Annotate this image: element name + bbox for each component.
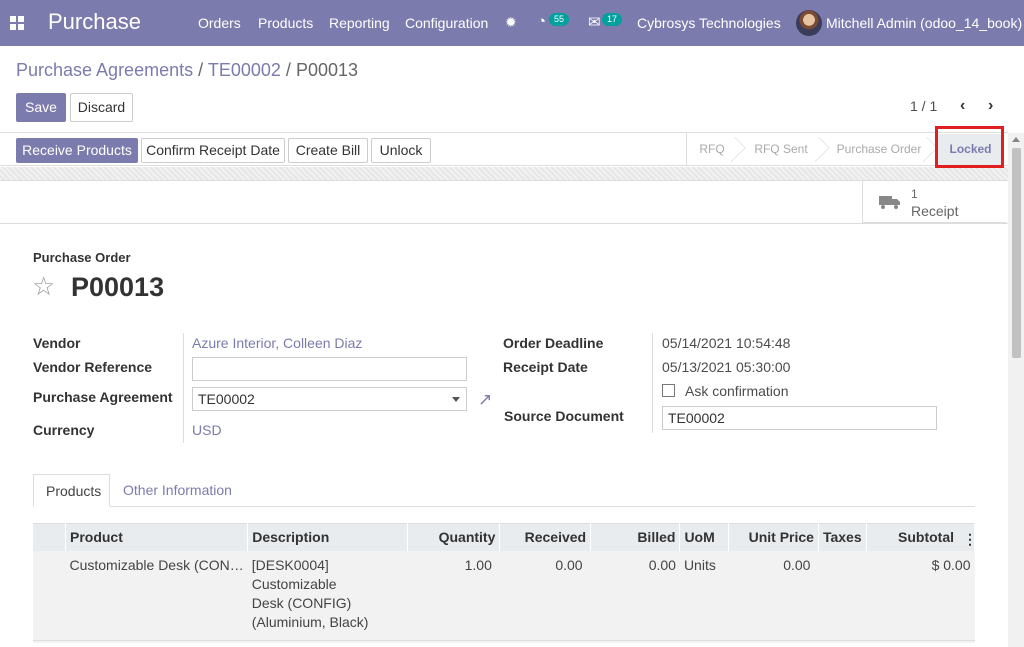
button-box-separator — [0, 223, 1008, 224]
column-unit-price[interactable]: Unit Price — [728, 523, 819, 551]
tab-other-information[interactable]: Other Information — [111, 474, 244, 507]
breadcrumb-current: P00013 — [295, 60, 358, 80]
purchase-agreement-select[interactable]: TE00002 — [192, 387, 467, 411]
cell-product: Customizable Desk (CON… — [65, 550, 248, 643]
vendor-label: Vendor — [33, 335, 81, 351]
column-billed[interactable]: Billed — [590, 523, 681, 551]
pager-value: 1 / 1 — [910, 98, 938, 114]
source-document-input[interactable]: TE00002 — [662, 406, 937, 430]
breadcrumb-purchase-agreements[interactable]: Purchase Agreements — [16, 60, 193, 80]
order-name: P00013 — [71, 272, 165, 302]
column-taxes[interactable]: Taxes — [818, 523, 867, 551]
cell-quantity: 1.00 — [407, 550, 500, 643]
ask-confirmation-checkbox[interactable] — [662, 384, 675, 397]
column-product[interactable]: Product — [65, 523, 249, 551]
optional-columns-icon[interactable]: ⋮ — [963, 531, 977, 548]
currency-label: Currency — [33, 422, 95, 438]
pager-next-button[interactable]: › — [988, 97, 993, 115]
column-received[interactable]: Received — [499, 523, 592, 551]
unlock-button[interactable]: Unlock — [371, 138, 431, 163]
debug-bug-icon[interactable]: ✹ — [505, 14, 517, 31]
cell-subtotal: $ 0.00 — [866, 550, 975, 643]
cell-billed: 0.00 — [590, 550, 680, 643]
menu-orders[interactable]: Orders — [198, 15, 241, 31]
cell-unit-price: 0.00 — [728, 550, 819, 643]
description-line: (Aluminium, Black) — [251, 613, 369, 630]
receive-products-button[interactable]: Receive Products — [16, 138, 138, 163]
form-statusbar: Receive Products Confirm Receipt Date Cr… — [0, 132, 1008, 166]
app-title[interactable]: Purchase — [48, 9, 141, 35]
pager-previous-button[interactable]: ‹ — [960, 97, 965, 115]
receipt-date-value: 05/13/2021 05:30:00 — [662, 359, 791, 375]
source-document-label: Source Document — [504, 408, 624, 424]
scroll-up-icon[interactable] — [1012, 137, 1020, 142]
description-line: [DESK0004] Customizable — [251, 556, 337, 592]
ask-confirmation-label: Ask confirmation — [685, 383, 789, 399]
truck-icon — [879, 196, 900, 209]
column-subtotal[interactable]: Subtotal — [866, 523, 976, 551]
purchase-agreement-value: TE00002 — [198, 391, 255, 407]
locked-highlight-box — [935, 126, 1004, 168]
field-divider — [183, 333, 184, 443]
sheet-background — [0, 167, 1008, 180]
menu-products[interactable]: Products — [258, 15, 313, 31]
breadcrumb-agreement[interactable]: TE00002 — [208, 60, 281, 80]
top-navbar: Purchase Orders Products Reporting Confi… — [0, 0, 1024, 46]
handle-column-header — [33, 523, 66, 551]
breadcrumb: Purchase Agreements / TE00002 / P00013 — [16, 60, 358, 81]
messages-chat-icon[interactable]: ✉ — [588, 13, 601, 31]
field-divider — [652, 333, 653, 433]
vendor-reference-label: Vendor Reference — [33, 359, 153, 375]
user-menu[interactable]: Mitchell Admin (odoo_14_book) — [826, 15, 1022, 31]
table-row[interactable]: Customizable Desk (CON… [DESK0004] Custo… — [33, 550, 975, 643]
receipt-smart-button[interactable]: 1 Receipt — [862, 180, 1006, 223]
user-avatar[interactable] — [796, 10, 822, 36]
activity-count-badge: 55 — [549, 13, 570, 26]
receipt-count: 1 — [911, 187, 918, 201]
discard-button[interactable]: Discard — [70, 93, 133, 122]
menu-configuration[interactable]: Configuration — [405, 15, 488, 31]
column-uom[interactable]: UoM — [679, 523, 729, 551]
apps-menu-icon[interactable] — [10, 16, 24, 30]
confirm-receipt-date-button[interactable]: Confirm Receipt Date — [141, 138, 285, 163]
order-lines-table: Product Description Quantity Received Bi… — [33, 523, 976, 643]
cell-uom: Units — [679, 550, 729, 643]
chevron-down-icon — [452, 397, 460, 402]
cell-description: [DESK0004] Customizable Desk (CONFIG) (A… — [247, 550, 408, 643]
column-quantity[interactable]: Quantity — [407, 523, 501, 551]
breadcrumb-separator: / — [285, 60, 291, 80]
notebook-tabs: Products Other Information — [33, 474, 975, 507]
vendor-field[interactable]: Azure Interior, Colleen Diaz — [192, 335, 362, 351]
message-count-badge: 17 — [602, 13, 623, 26]
row-handle — [33, 550, 66, 643]
page-scrollbar[interactable] — [1008, 133, 1024, 647]
receipt-label: Receipt — [911, 203, 959, 219]
vendor-reference-input[interactable] — [192, 357, 467, 381]
receipt-date-label: Receipt Date — [503, 359, 588, 375]
cell-taxes — [818, 550, 867, 643]
table-bottom-line — [33, 640, 975, 641]
external-link-icon[interactable]: ↗ — [478, 390, 498, 409]
menu-reporting[interactable]: Reporting — [329, 15, 390, 31]
cell-received: 0.00 — [499, 550, 591, 643]
currency-field[interactable]: USD — [192, 422, 222, 438]
order-deadline-value: 05/14/2021 10:54:48 — [662, 335, 791, 351]
stage-divider — [686, 133, 687, 166]
create-bill-button[interactable]: Create Bill — [288, 138, 368, 163]
save-button[interactable]: Save — [16, 93, 66, 122]
form-title-label: Purchase Order — [33, 250, 131, 265]
purchase-agreement-label: Purchase Agreement — [33, 389, 173, 405]
tab-products[interactable]: Products — [33, 474, 110, 507]
breadcrumb-separator: / — [198, 60, 204, 80]
company-switcher[interactable]: Cybrosys Technologies — [637, 15, 781, 31]
scrollbar-thumb[interactable] — [1012, 148, 1021, 358]
order-deadline-label: Order Deadline — [503, 335, 604, 351]
description-line: Desk (CONFIG) — [251, 594, 352, 611]
favorite-star-icon[interactable]: ☆ — [32, 272, 55, 300]
column-description[interactable]: Description — [247, 523, 409, 551]
activity-clock-icon[interactable]: ◔ — [537, 13, 546, 30]
